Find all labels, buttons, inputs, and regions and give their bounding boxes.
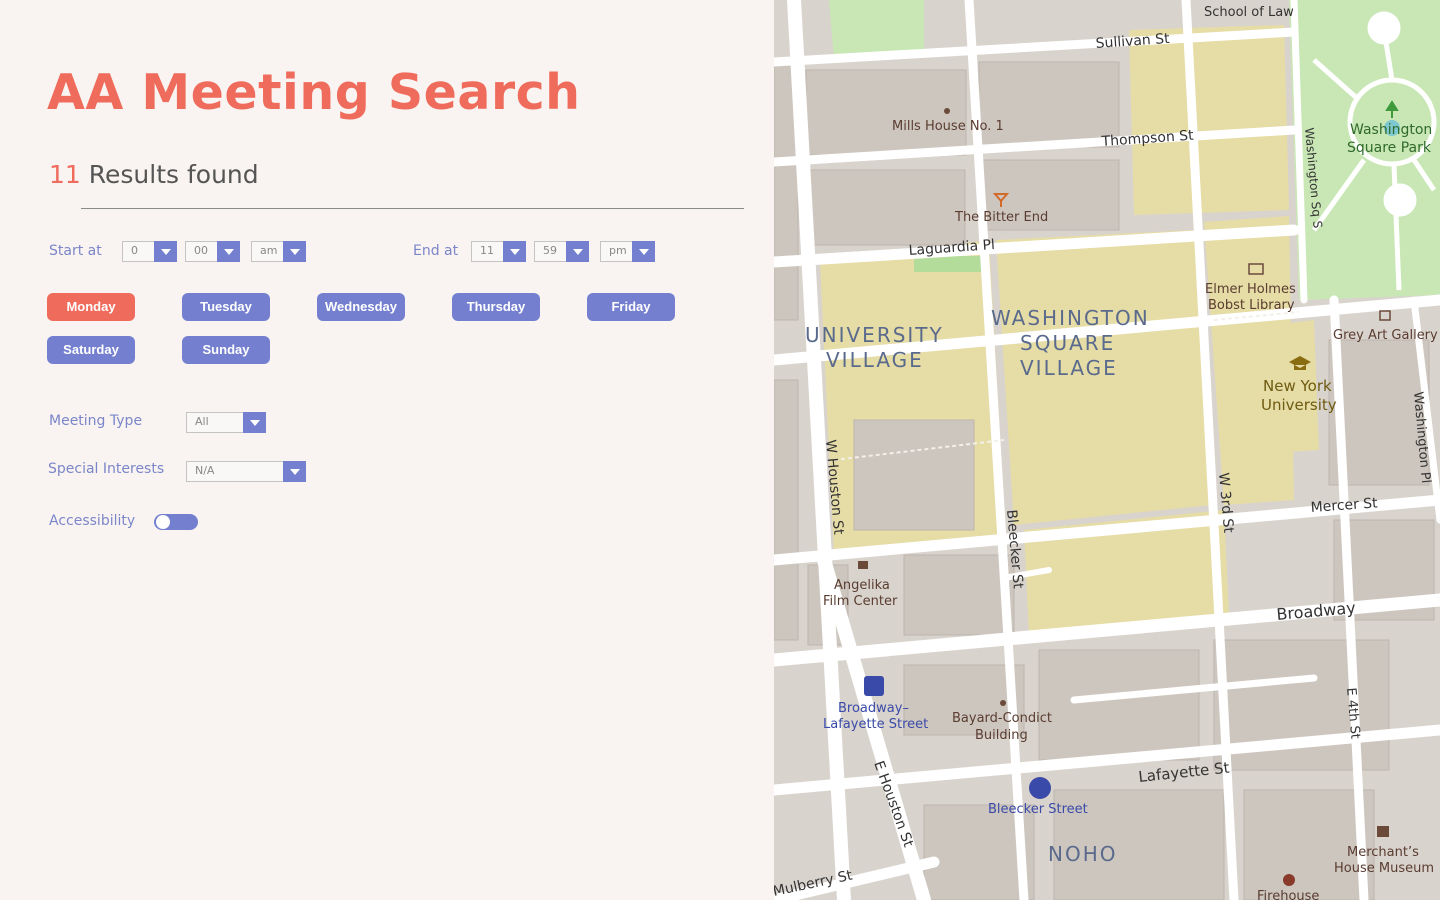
chevron-down-icon bbox=[283, 461, 306, 482]
meeting-type-select[interactable]: All bbox=[186, 412, 266, 433]
start-at-label: Start at bbox=[49, 243, 102, 259]
chevron-down-icon bbox=[217, 241, 240, 262]
special-interests-select[interactable]: N/A bbox=[186, 461, 306, 482]
subway-icon bbox=[864, 676, 884, 696]
end-minute-select[interactable]: 59 bbox=[534, 241, 589, 262]
poi-label: Elmer Holmes bbox=[1205, 282, 1296, 297]
poi-label: Bleecker Street bbox=[988, 802, 1088, 817]
end-ampm-value: pm bbox=[609, 244, 627, 257]
poi-label: Mills House No. 1 bbox=[892, 119, 1004, 134]
end-minute-value: 59 bbox=[543, 244, 557, 257]
area-label: VILLAGE bbox=[826, 348, 924, 372]
poi-label: Merchant’s bbox=[1347, 845, 1419, 860]
start-minute-value: 00 bbox=[194, 244, 208, 257]
accessibility-label: Accessibility bbox=[49, 513, 136, 529]
cinema-icon bbox=[858, 561, 868, 569]
meeting-type-value: All bbox=[195, 415, 209, 428]
end-at-label: End at bbox=[413, 243, 459, 259]
subway-icon bbox=[1029, 777, 1051, 799]
poi-label: Lafayette Street bbox=[823, 717, 928, 732]
start-hour-value: 0 bbox=[131, 244, 138, 257]
street-label: School of Law bbox=[1204, 5, 1294, 20]
poi-label: New York bbox=[1263, 377, 1332, 395]
accessibility-toggle[interactable] bbox=[154, 514, 198, 530]
start-minute-select[interactable]: 00 bbox=[185, 241, 240, 262]
area-label: WASHINGTON bbox=[991, 306, 1150, 330]
poi-label: Bobst Library bbox=[1208, 298, 1295, 313]
page-title: AA Meeting Search bbox=[47, 64, 581, 121]
area-label: NOHO bbox=[1048, 842, 1117, 866]
end-hour-value: 11 bbox=[480, 244, 494, 257]
toggle-knob bbox=[156, 515, 170, 529]
poi-label: Angelika bbox=[834, 578, 890, 593]
chevron-down-icon bbox=[566, 241, 589, 262]
museum-icon bbox=[1377, 826, 1389, 837]
poi-label: Film Center bbox=[823, 594, 898, 609]
poi-label: Washington bbox=[1350, 122, 1432, 138]
poi-label: Grey Art Gallery bbox=[1333, 328, 1438, 343]
chevron-down-icon bbox=[154, 241, 177, 262]
landmark-icon bbox=[944, 108, 950, 114]
day-button-saturday[interactable]: Saturday bbox=[47, 336, 135, 364]
poi-label: Building bbox=[975, 728, 1028, 743]
special-interests-label: Special Interests bbox=[48, 461, 165, 477]
end-hour-select[interactable]: 11 bbox=[471, 241, 526, 262]
special-interests-value: N/A bbox=[195, 464, 215, 477]
results-label: Results found bbox=[88, 160, 259, 189]
poi-label: Firehouse bbox=[1257, 889, 1319, 900]
meeting-type-label: Meeting Type bbox=[49, 413, 143, 429]
day-button-sunday[interactable]: Sunday bbox=[182, 336, 270, 364]
poi-label: University bbox=[1261, 396, 1337, 414]
start-ampm-select[interactable]: am bbox=[251, 241, 306, 262]
landmark-icon bbox=[1000, 700, 1006, 706]
day-button-wednesday[interactable]: Wednesday bbox=[317, 293, 405, 321]
start-ampm-value: am bbox=[260, 244, 278, 257]
campus-area bbox=[1129, 25, 1289, 215]
poi-label: Square Park bbox=[1347, 140, 1432, 156]
poi-label: Bayard-Condict bbox=[952, 711, 1052, 726]
fire-station-icon bbox=[1283, 874, 1295, 886]
area-label: UNIVERSITY bbox=[805, 323, 944, 347]
results-summary: 11 Results found bbox=[49, 160, 259, 189]
divider bbox=[81, 208, 744, 209]
search-panel: AA Meeting Search 11 Results found Start… bbox=[0, 0, 774, 900]
poi-label: House Museum bbox=[1334, 861, 1434, 876]
chevron-down-icon bbox=[503, 241, 526, 262]
area-label: SQUARE bbox=[1020, 331, 1115, 355]
end-ampm-select[interactable]: pm bbox=[600, 241, 655, 262]
poi-label: Broadway– bbox=[838, 701, 909, 716]
chevron-down-icon bbox=[283, 241, 306, 262]
day-button-tuesday[interactable]: Tuesday bbox=[182, 293, 270, 321]
day-button-friday[interactable]: Friday bbox=[587, 293, 675, 321]
start-hour-select[interactable]: 0 bbox=[122, 241, 177, 262]
chevron-down-icon bbox=[243, 412, 266, 433]
day-button-monday[interactable]: Monday bbox=[47, 293, 135, 321]
results-count: 11 bbox=[49, 160, 81, 189]
map-canvas[interactable]: Sullivan St Thompson St Laguardia Pl Mer… bbox=[774, 0, 1440, 900]
chevron-down-icon bbox=[632, 241, 655, 262]
poi-label: The Bitter End bbox=[954, 210, 1048, 225]
day-button-thursday[interactable]: Thursday bbox=[452, 293, 540, 321]
green-area bbox=[914, 256, 984, 272]
area-label: VILLAGE bbox=[1020, 356, 1118, 380]
map-panel[interactable]: Sullivan St Thompson St Laguardia Pl Mer… bbox=[774, 0, 1440, 900]
